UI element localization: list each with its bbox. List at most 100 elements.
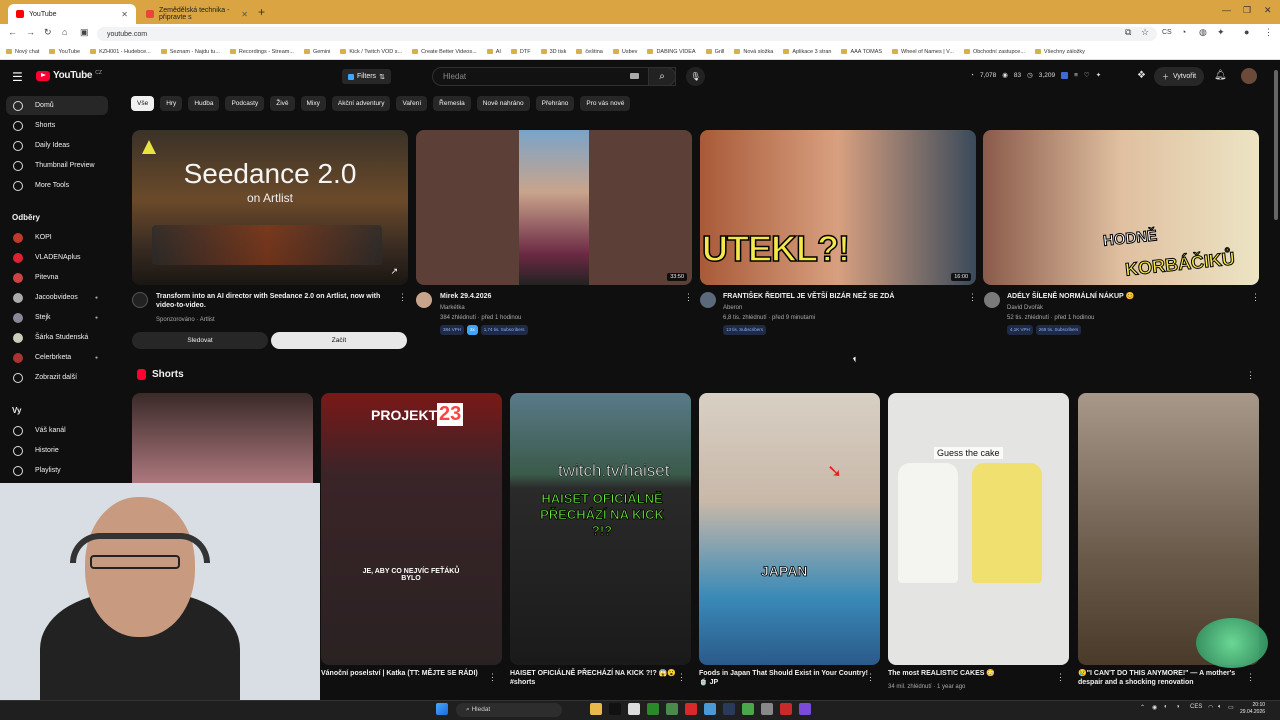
bookmark-item[interactable]: Aplikace 3 stran xyxy=(783,49,831,55)
minimize-icon[interactable]: — xyxy=(1222,5,1231,15)
bookmark-item[interactable]: DTF xyxy=(510,49,531,55)
search-button[interactable]: ⌕ xyxy=(648,67,676,86)
filters-button[interactable]: Filters ⇅ xyxy=(342,69,391,84)
video-thumbnail[interactable]: 33:50 xyxy=(416,130,692,285)
system-clock[interactable]: 20:10 29.04.2026 xyxy=(1240,702,1265,716)
chip[interactable]: Podcasty xyxy=(225,96,265,111)
search-input[interactable]: Hledat xyxy=(432,67,676,86)
sidebar-item[interactable]: Daily Ideas xyxy=(6,136,108,155)
page-scrollbar[interactable] xyxy=(1272,60,1280,700)
tiktok-icon[interactable] xyxy=(609,703,621,715)
channel-name[interactable]: Markétka xyxy=(440,304,465,312)
bookmark-item[interactable]: čeština xyxy=(576,49,603,55)
channel-avatar[interactable] xyxy=(416,292,432,308)
video-thumbnail[interactable]: HODNĚ KORBÁČIKŮ xyxy=(983,130,1259,285)
url-input[interactable]: youtube.com xyxy=(97,27,1157,41)
bookmark-item[interactable]: Kick / Twitch VOD s... xyxy=(340,49,402,55)
reload-icon[interactable]: ↻ xyxy=(44,27,52,38)
close-tab-icon[interactable]: ✕ xyxy=(241,10,248,19)
bookmark-item[interactable]: Recordings - Stream... xyxy=(229,49,294,55)
terminal-icon[interactable] xyxy=(761,703,773,715)
short-more-icon[interactable]: ⋮ xyxy=(677,672,686,683)
install-icon[interactable]: ⧉ xyxy=(1125,27,1131,38)
battery-icon[interactable]: ▭ xyxy=(1228,704,1234,711)
bookmark-item[interactable]: YouTube xyxy=(49,49,80,55)
bookmark-item[interactable]: DABING VIDEA xyxy=(647,49,696,55)
sidebar-item[interactable]: Thumbnail Preview xyxy=(6,156,108,175)
sidebar-item[interactable]: Zobrazit další xyxy=(6,368,108,387)
sidebar-item[interactable]: KOPI xyxy=(6,228,108,247)
short-title[interactable]: HAISET OFICIÁLNĚ PŘECHÁZÍ NA KICK ?!? 😱😮… xyxy=(510,669,680,687)
shorts-more-icon[interactable]: ⋮ xyxy=(1246,370,1255,381)
language-indicator[interactable]: CES xyxy=(1190,704,1202,710)
idea-icon[interactable]: ♡ xyxy=(1084,71,1090,79)
ad-title[interactable]: Transform into an AI director with Seeda… xyxy=(156,292,388,310)
chip[interactable]: Nově nahráno xyxy=(476,96,530,111)
notifications-bell-icon[interactable]: 🔔︎ xyxy=(1214,70,1227,81)
sidebar-item[interactable]: VLADENAplus xyxy=(6,248,108,267)
short-more-icon[interactable]: ⋮ xyxy=(488,672,497,683)
chatgpt-icon[interactable] xyxy=(628,703,640,715)
bookmark-item[interactable]: Gemini xyxy=(303,49,330,55)
short-title[interactable]: The most REALISTIC CAKES 😳 xyxy=(888,669,1058,678)
sidebar-item[interactable]: Stejk ● xyxy=(6,308,108,327)
sidebar-item[interactable]: Váš kanál xyxy=(6,421,108,440)
opera-icon[interactable] xyxy=(685,703,697,715)
create-button[interactable]: ＋ Vytvořit xyxy=(1154,67,1205,86)
video-more-icon[interactable]: ⋮ xyxy=(684,292,693,303)
tray-app-icon[interactable]: ◐ xyxy=(1164,704,1168,710)
wifi-icon[interactable]: ◠ xyxy=(1208,704,1213,711)
short-title[interactable]: Foods in Japan That Should Exist in Your… xyxy=(699,669,869,687)
chip[interactable]: Hry xyxy=(160,96,183,111)
bookmark-item[interactable]: AAA TOMAS xyxy=(841,49,882,55)
bookmark-item[interactable]: 3D tisk xyxy=(540,49,566,55)
short-more-icon[interactable]: ⋮ xyxy=(1246,672,1255,683)
app-icon[interactable] xyxy=(742,703,754,715)
extension-icon[interactable]: ◍ xyxy=(1199,27,1207,38)
bookmark-item[interactable]: Obchodní zastupce... xyxy=(963,49,1025,55)
sidebar-item[interactable]: Pitevna xyxy=(6,268,108,287)
sidebar-item[interactable]: Jacoobvideos ● xyxy=(6,288,108,307)
maximize-icon[interactable]: ❐ xyxy=(1243,5,1251,16)
tray-app-icon[interactable]: ◑ xyxy=(1176,704,1180,710)
bookmark-item[interactable]: Wheel of Names | V... xyxy=(892,49,954,55)
sidebar-item[interactable]: Celerbrketa ● xyxy=(6,348,108,367)
voice-search-button[interactable]: 🎙 xyxy=(686,67,705,86)
scrollbar-thumb[interactable] xyxy=(1274,70,1278,220)
short-more-icon[interactable]: ⋮ xyxy=(1056,672,1065,683)
channel-avatar[interactable] xyxy=(700,292,716,308)
extension-icon[interactable]: ◔ xyxy=(1181,27,1186,37)
new-tab-button[interactable]: + xyxy=(258,5,265,19)
home-icon[interactable]: ⌂ xyxy=(62,27,67,37)
hamburger-menu-icon[interactable]: ☰ xyxy=(12,70,23,84)
steam-icon[interactable] xyxy=(723,703,735,715)
lang-ext-icon[interactable]: CS xyxy=(1162,29,1172,36)
channel-name[interactable]: Aberon xyxy=(723,304,742,312)
ad-thumbnail[interactable]: Seedance 2.0 on Artlist ↗ xyxy=(132,130,408,285)
app-icon[interactable] xyxy=(780,703,792,715)
artlist-avatar[interactable] xyxy=(132,292,148,308)
extensions-icon[interactable]: ✦ xyxy=(1217,27,1225,38)
bookmark-item[interactable]: Create Better Videos... xyxy=(412,49,477,55)
chip[interactable]: Řemesla xyxy=(433,96,471,111)
chip[interactable]: Vše xyxy=(131,96,155,111)
youtube-logo[interactable]: YouTube CZ xyxy=(36,70,102,81)
taskbar-search[interactable]: ⌕ Hledat xyxy=(456,703,562,717)
profile-icon[interactable]: ● xyxy=(1244,27,1249,37)
bookmark-item[interactable]: Nový chat xyxy=(6,49,39,55)
keyboard-icon[interactable] xyxy=(630,73,639,79)
extension-icon[interactable] xyxy=(1061,71,1069,79)
channel-avatar[interactable] xyxy=(984,292,1000,308)
ad-more-icon[interactable]: ⋮ xyxy=(398,292,407,303)
chrome-icon[interactable] xyxy=(704,703,716,715)
sidebar-item[interactable]: Shorts xyxy=(6,116,108,135)
sidebar-item[interactable]: Playlisty xyxy=(6,461,108,480)
sparkle-icon[interactable]: ✦ xyxy=(1096,71,1101,79)
close-tab-icon[interactable]: ✕ xyxy=(121,10,128,19)
you-heading[interactable]: Vy xyxy=(12,406,22,415)
short-thumbnail[interactable]: JAPAN ➘ xyxy=(699,393,880,665)
short-thumbnail[interactable]: Guess the cake xyxy=(888,393,1069,665)
short-title[interactable]: Vánoční poselství | Katka (TT: MĚJTE SE … xyxy=(321,669,491,678)
tab-youtube[interactable]: YouTube ✕ xyxy=(8,4,136,24)
sidebar-item[interactable]: Šárka Studenská xyxy=(6,328,108,347)
